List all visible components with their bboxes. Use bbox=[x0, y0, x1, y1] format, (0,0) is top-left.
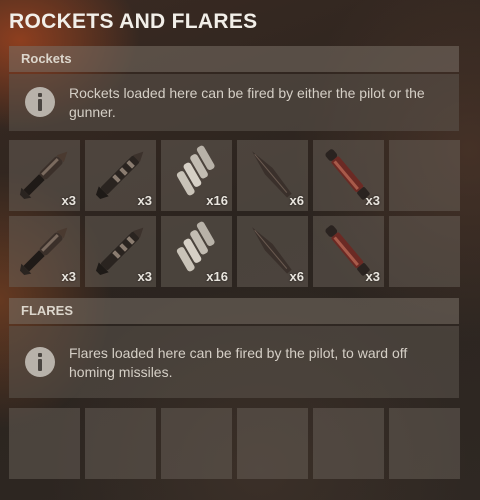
rocket-slot-empty[interactable] bbox=[389, 140, 460, 211]
item-quantity: x3 bbox=[365, 269, 380, 284]
rocket-slot[interactable]: x3 bbox=[85, 140, 156, 211]
info-icon bbox=[25, 347, 55, 377]
item-quantity: x3 bbox=[61, 193, 76, 208]
rockets-info-box: Rockets loaded here can be fired by eith… bbox=[9, 74, 459, 131]
rocket-slot[interactable]: x3 bbox=[9, 140, 80, 211]
flares-info-text: Flares loaded here can be fired by the p… bbox=[69, 345, 408, 380]
rocket-slot[interactable]: x16 bbox=[161, 140, 232, 211]
flare-slot-empty[interactable] bbox=[237, 408, 308, 479]
item-quantity: x6 bbox=[289, 193, 304, 208]
item-quantity: x6 bbox=[289, 269, 304, 284]
rocket-slot[interactable]: x3 bbox=[313, 216, 384, 287]
flare-slot-empty[interactable] bbox=[85, 408, 156, 479]
flare-slot-empty[interactable] bbox=[313, 408, 384, 479]
rocket-slot[interactable]: x3 bbox=[9, 216, 80, 287]
info-icon bbox=[25, 87, 55, 117]
rocket-slot[interactable]: x16 bbox=[161, 216, 232, 287]
rockets-info-text: Rockets loaded here can be fired by eith… bbox=[69, 85, 425, 120]
flares-info-box: Flares loaded here can be fired by the p… bbox=[9, 326, 459, 398]
flare-slot-empty[interactable] bbox=[9, 408, 80, 479]
item-quantity: x16 bbox=[206, 269, 228, 284]
rocket-slot[interactable]: x3 bbox=[313, 140, 384, 211]
rocket-slot[interactable]: x6 bbox=[237, 140, 308, 211]
item-quantity: x3 bbox=[137, 193, 152, 208]
rocket-slot-empty[interactable] bbox=[389, 216, 460, 287]
flare-slot-empty[interactable] bbox=[161, 408, 232, 479]
page-title: ROCKETS AND FLARES bbox=[9, 10, 258, 33]
rocket-slot[interactable]: x6 bbox=[237, 216, 308, 287]
item-quantity: x3 bbox=[61, 269, 76, 284]
rockets-grid: x3 x3 x16 x6 x3 x3 x3 x16 x6 x3 bbox=[9, 140, 460, 287]
flare-slot-empty[interactable] bbox=[389, 408, 460, 479]
item-quantity: x3 bbox=[365, 193, 380, 208]
rockets-section-header: Rockets bbox=[9, 46, 459, 72]
item-quantity: x16 bbox=[206, 193, 228, 208]
item-quantity: x3 bbox=[137, 269, 152, 284]
flares-grid bbox=[9, 408, 460, 479]
flares-section-header: FLARES bbox=[9, 298, 459, 324]
rocket-slot[interactable]: x3 bbox=[85, 216, 156, 287]
